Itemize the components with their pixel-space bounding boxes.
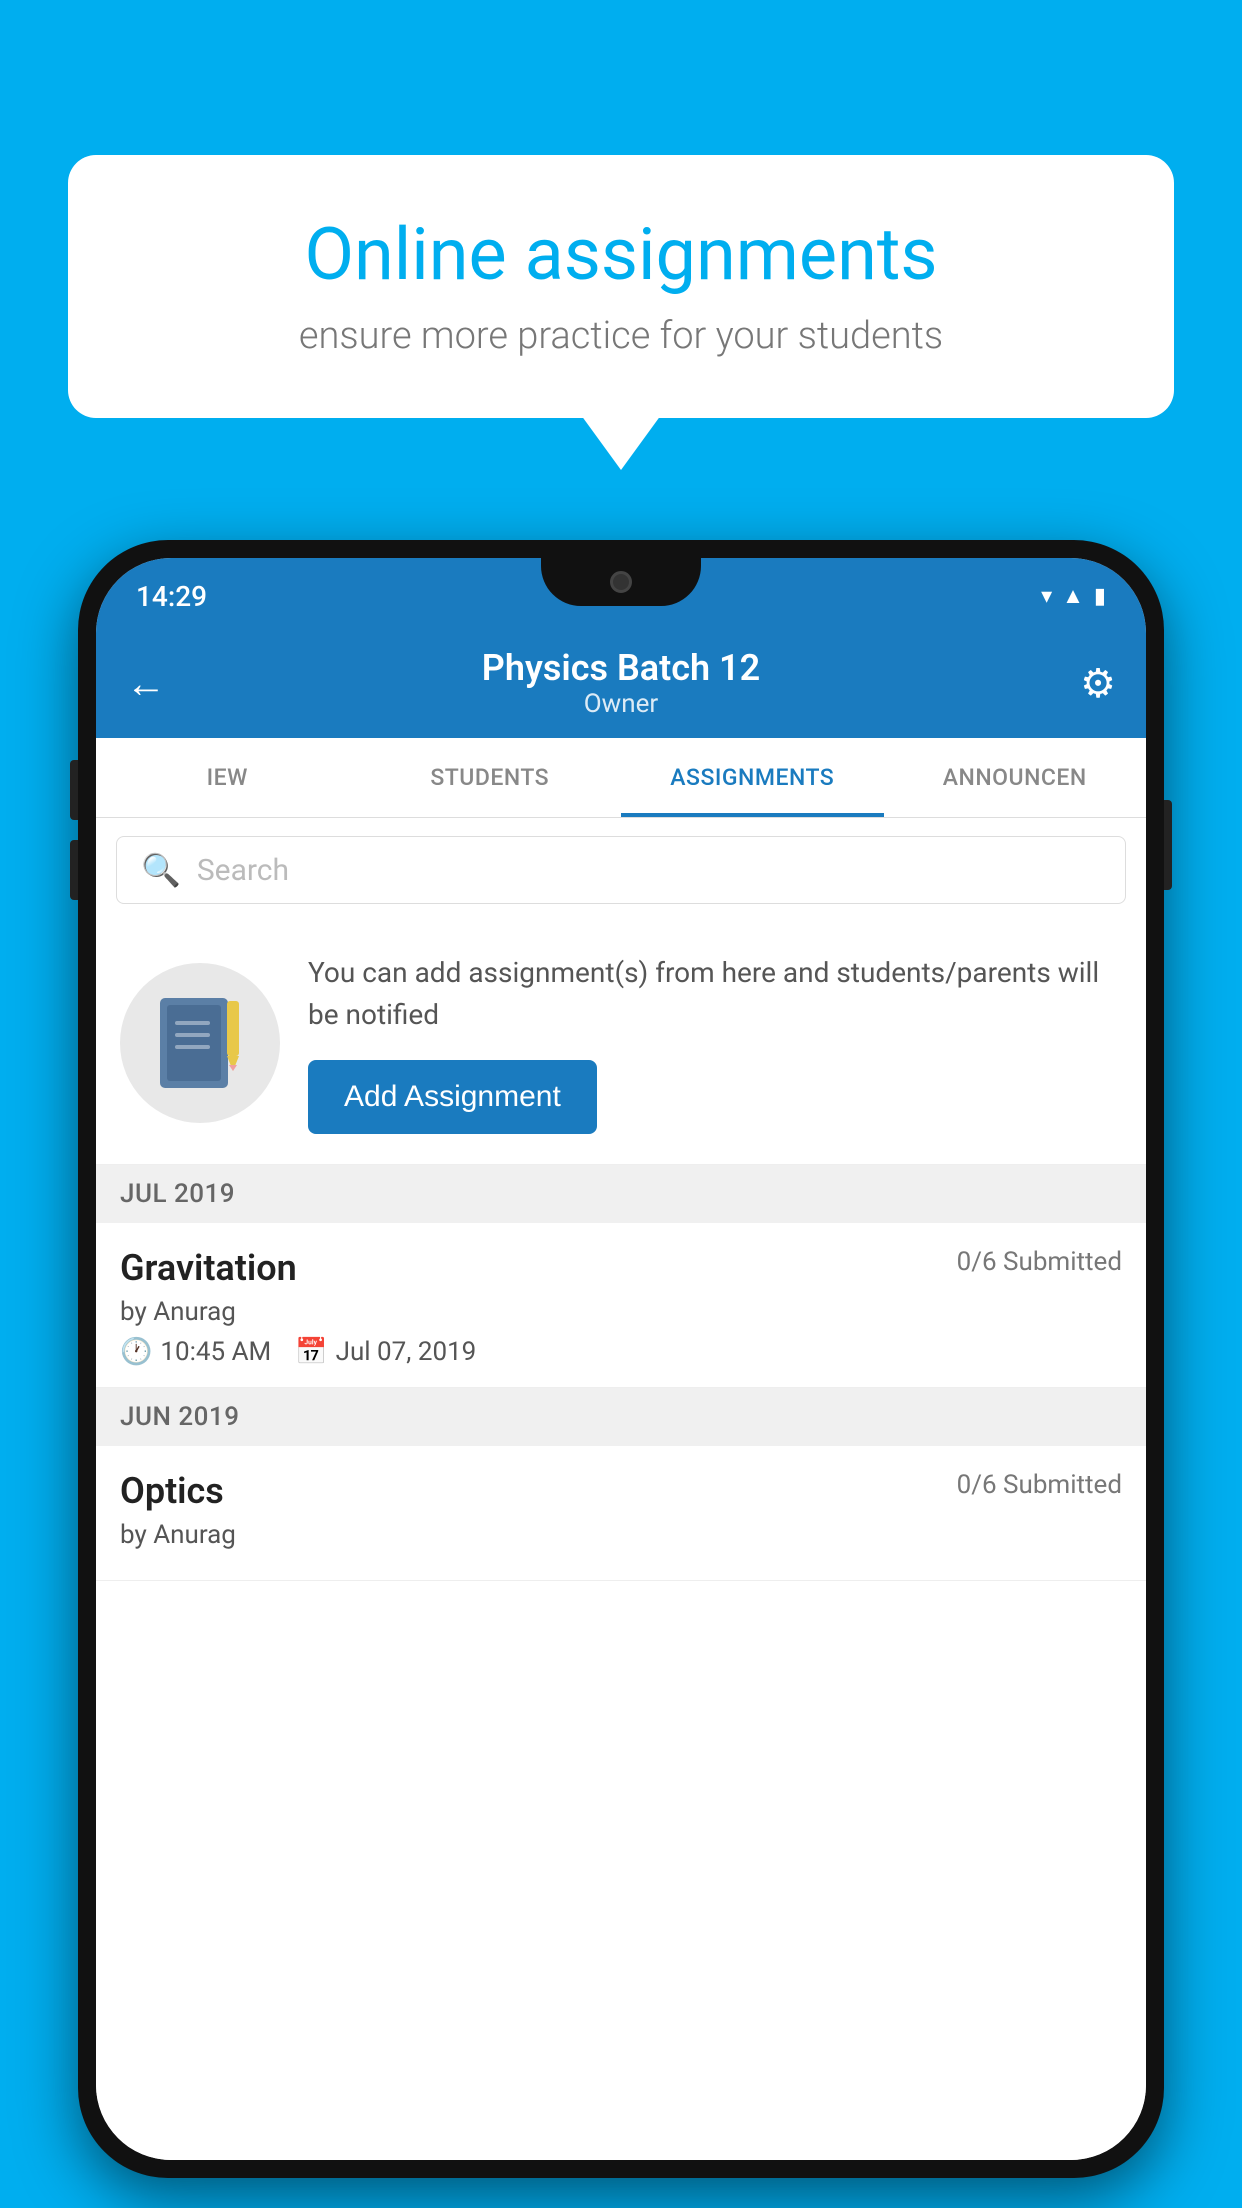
info-description: You can add assignment(s) from here and … — [308, 952, 1122, 1036]
assignment-top-row-optics: Optics 0/6 Submitted — [120, 1470, 1122, 1512]
batch-subtitle: Owner — [482, 689, 760, 719]
battery-icon: ▮ — [1094, 584, 1106, 609]
volume-up-button — [70, 760, 78, 820]
search-container: 🔍 Search — [96, 818, 1146, 922]
assignment-top-row: Gravitation 0/6 Submitted — [120, 1247, 1122, 1289]
assignment-item-gravitation[interactable]: Gravitation 0/6 Submitted by Anurag 🕐 10… — [96, 1223, 1146, 1388]
search-placeholder: Search — [197, 853, 289, 888]
phone-frame: 14:29 ▾ ▲ ▮ ← Physics Batch 12 Owner ⚙ I… — [78, 540, 1164, 2178]
speech-bubble-container: Online assignments ensure more practice … — [68, 155, 1174, 418]
power-button — [1164, 800, 1172, 890]
info-icon-circle — [120, 963, 280, 1123]
content-area: 🔍 Search — [96, 818, 1146, 2160]
assignment-author-optics: by Anurag — [120, 1520, 1122, 1550]
calendar-icon: 📅 — [295, 1337, 327, 1367]
assignment-submitted-optics: 0/6 Submitted — [957, 1470, 1122, 1500]
time-meta: 🕐 10:45 AM — [120, 1337, 271, 1367]
assignment-date: Jul 07, 2019 — [336, 1337, 477, 1367]
settings-icon[interactable]: ⚙ — [1080, 660, 1116, 707]
batch-title: Physics Batch 12 — [482, 647, 760, 689]
info-card: You can add assignment(s) from here and … — [96, 922, 1146, 1165]
header-title-area: Physics Batch 12 Owner — [482, 647, 760, 719]
app-header: ← Physics Batch 12 Owner ⚙ — [96, 628, 1146, 738]
add-assignment-button[interactable]: Add Assignment — [308, 1060, 597, 1134]
notebook-icon — [155, 993, 245, 1093]
assignment-meta: 🕐 10:45 AM 📅 Jul 07, 2019 — [120, 1337, 1122, 1367]
front-camera — [610, 571, 632, 593]
tab-students[interactable]: STUDENTS — [359, 738, 622, 817]
status-icons: ▾ ▲ ▮ — [1041, 577, 1106, 609]
phone-screen: 14:29 ▾ ▲ ▮ ← Physics Batch 12 Owner ⚙ I… — [96, 558, 1146, 2160]
assignment-submitted: 0/6 Submitted — [957, 1247, 1122, 1277]
wifi-icon: ▾ — [1041, 584, 1052, 609]
back-button[interactable]: ← — [126, 660, 166, 707]
search-bar[interactable]: 🔍 Search — [116, 836, 1126, 904]
assignment-title: Gravitation — [120, 1247, 297, 1289]
clock-icon: 🕐 — [120, 1337, 152, 1367]
tab-assignments[interactable]: ASSIGNMENTS — [621, 738, 884, 817]
tab-iew[interactable]: IEW — [96, 738, 359, 817]
info-text-area: You can add assignment(s) from here and … — [308, 952, 1122, 1134]
assignment-author: by Anurag — [120, 1297, 1122, 1327]
section-header-jul: JUL 2019 — [96, 1165, 1146, 1223]
date-meta: 📅 Jul 07, 2019 — [295, 1337, 476, 1367]
status-time: 14:29 — [136, 574, 207, 613]
phone-notch — [541, 558, 701, 606]
assignment-time: 10:45 AM — [160, 1337, 271, 1367]
signal-icon: ▲ — [1062, 583, 1084, 609]
section-header-jun: JUN 2019 — [96, 1388, 1146, 1446]
speech-bubble-subtitle: ensure more practice for your students — [138, 314, 1104, 358]
assignment-title-optics: Optics — [120, 1470, 224, 1512]
tabs-bar: IEW STUDENTS ASSIGNMENTS ANNOUNCEN — [96, 738, 1146, 818]
volume-down-button — [70, 840, 78, 900]
speech-bubble: Online assignments ensure more practice … — [68, 155, 1174, 418]
assignment-item-optics[interactable]: Optics 0/6 Submitted by Anurag — [96, 1446, 1146, 1581]
tab-announcements[interactable]: ANNOUNCEN — [884, 738, 1147, 817]
search-icon: 🔍 — [141, 851, 181, 889]
speech-bubble-title: Online assignments — [138, 215, 1104, 294]
